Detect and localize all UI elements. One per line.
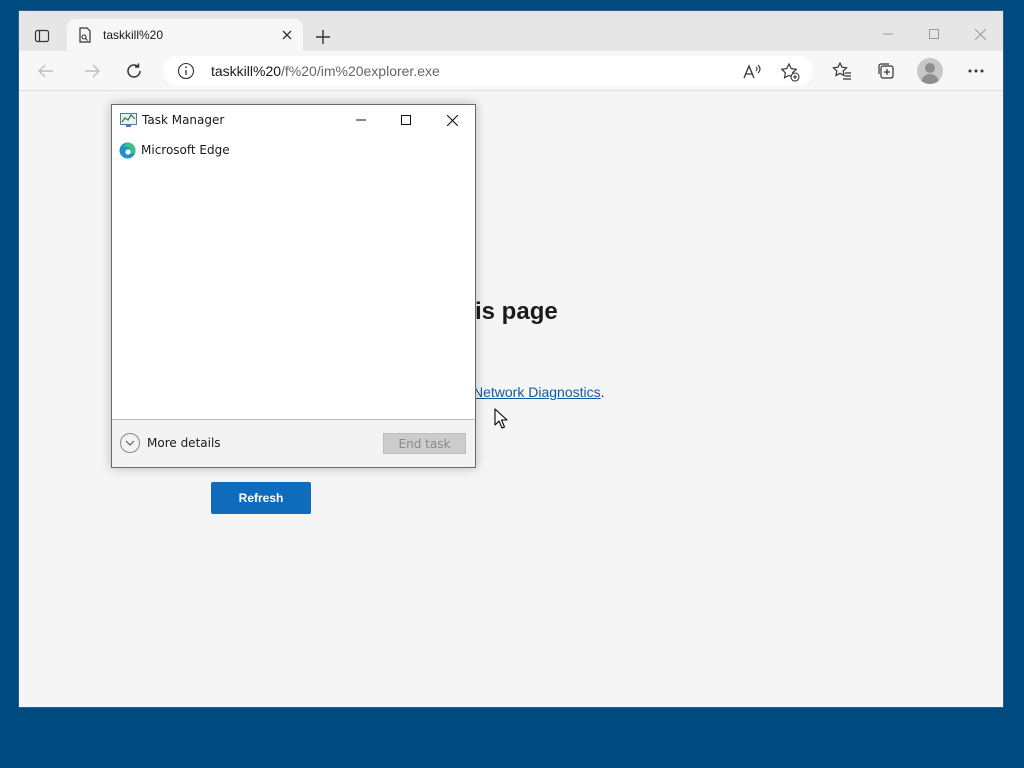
minimize-icon: [883, 33, 893, 35]
process-name: Microsoft Edge: [141, 143, 230, 157]
avatar-body: [921, 74, 939, 84]
edge-icon: [119, 142, 136, 158]
refresh-page-button[interactable]: [119, 57, 149, 85]
task-manager-titlebar[interactable]: Task Manager: [112, 105, 475, 135]
close-window-button[interactable]: [957, 21, 1003, 47]
more-details-button[interactable]: More details: [120, 433, 221, 453]
task-manager-title: Task Manager: [142, 113, 225, 127]
collections-button[interactable]: [871, 57, 901, 85]
forward-arrow-icon: [85, 64, 100, 78]
info-icon[interactable]: [177, 62, 195, 80]
diagnostics-line: Network Diagnostics.: [473, 384, 605, 400]
minimize-icon: [356, 119, 366, 121]
address-bar[interactable]: taskkill%20/f%20/im%20explorer.exe: [163, 56, 813, 86]
add-favorite-icon[interactable]: [779, 61, 801, 83]
more-details-label: More details: [147, 436, 221, 450]
new-tab-button[interactable]: [311, 25, 335, 49]
favorites-icon: [832, 62, 851, 80]
tab-close-button[interactable]: [279, 27, 295, 43]
url-host: taskkill%20: [211, 63, 282, 79]
minimize-button[interactable]: [865, 21, 911, 47]
close-icon: [282, 30, 292, 40]
tab-actions-button[interactable]: [29, 23, 55, 49]
collections-icon: [878, 63, 894, 79]
refresh-icon: [127, 63, 141, 78]
maximize-button[interactable]: [911, 21, 957, 47]
file-icon: [77, 27, 93, 43]
task-manager-icon: [120, 113, 137, 127]
back-button[interactable]: [31, 57, 61, 85]
task-manager-minimize-button[interactable]: [339, 107, 383, 133]
more-button[interactable]: [961, 57, 991, 85]
refresh-button[interactable]: Refresh: [211, 482, 311, 514]
browser-tab[interactable]: taskkill%20: [67, 19, 303, 51]
process-row[interactable]: Microsoft Edge: [112, 139, 475, 161]
mouse-cursor-icon: [494, 408, 508, 429]
network-diagnostics-link[interactable]: Network Diagnostics: [473, 384, 601, 400]
avatar-head: [925, 63, 935, 73]
link-suffix: .: [600, 384, 605, 400]
task-manager-window: Task Manager Microsoft Edge More details…: [111, 104, 476, 468]
tab-strip: taskkill%20: [19, 11, 1003, 51]
task-manager-maximize-button[interactable]: [384, 107, 428, 133]
tab-title: taskkill%20: [103, 28, 164, 42]
end-task-button[interactable]: End task: [383, 433, 466, 454]
task-manager-footer: More details End task: [112, 419, 475, 467]
favorites-button[interactable]: [827, 57, 857, 85]
chevron-down-icon: [120, 433, 140, 453]
maximize-icon: [401, 115, 411, 125]
plus-icon: [316, 30, 330, 44]
task-manager-close-button[interactable]: [430, 107, 474, 133]
page-heading: is page: [475, 298, 558, 325]
more-icon: [968, 69, 984, 73]
back-arrow-icon: [38, 64, 53, 78]
url-path: /f%20/im%20explorer.exe: [281, 63, 440, 79]
close-icon: [974, 28, 986, 40]
tab-actions-icon: [34, 29, 50, 43]
forward-button[interactable]: [77, 57, 107, 85]
address-url: taskkill%20/f%20/im%20explorer.exe: [211, 63, 440, 79]
browser-toolbar: taskkill%20/f%20/im%20explorer.exe: [19, 51, 1003, 91]
profile-icon[interactable]: [917, 58, 943, 84]
close-icon: [446, 114, 458, 126]
read-aloud-icon[interactable]: [741, 61, 763, 83]
maximize-icon: [929, 29, 939, 39]
